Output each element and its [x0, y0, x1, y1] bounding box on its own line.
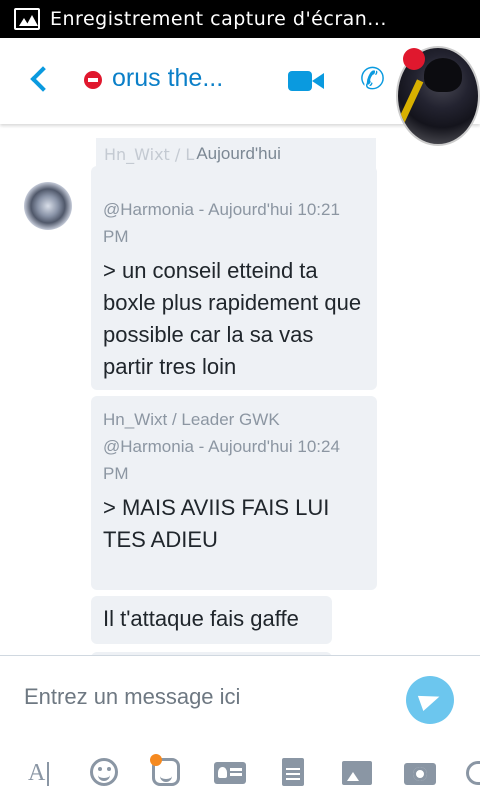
- sender-avatar[interactable]: [24, 182, 72, 230]
- phone-icon: ✆: [360, 62, 386, 97]
- quote-text: > MAIS AVIIS FAIS LUI TES ADIEU: [103, 495, 330, 552]
- file-icon[interactable]: [282, 758, 304, 786]
- date-separator-label: Aujourd'hui: [196, 144, 281, 163]
- video-camera-icon: [288, 71, 312, 91]
- message-bubble[interactable]: Il t'attaque fais gaffe: [91, 596, 332, 644]
- message-list[interactable]: Hn_Wixt / L Aujourd'hui @Harmonia - Aujo…: [0, 124, 480, 656]
- status-notification-text: Enregistrement capture d'écran...: [50, 8, 387, 30]
- back-button[interactable]: [28, 64, 54, 94]
- busy-status-icon: [84, 71, 102, 89]
- notification-badge: [403, 48, 425, 70]
- quote-meta: @Harmonia - Aujourd'hui 10:21 PM: [103, 200, 340, 246]
- contact-card-icon[interactable]: [214, 762, 246, 784]
- camera-icon[interactable]: [404, 763, 436, 785]
- contact-name[interactable]: orus the...: [112, 64, 223, 93]
- composer-toolbar: A: [0, 752, 480, 792]
- video-call-button[interactable]: [288, 71, 324, 91]
- message-input[interactable]: [24, 684, 384, 710]
- date-separator: Hn_Wixt / L Aujourd'hui: [96, 138, 376, 170]
- date-overlap-fragment: Hn_Wixt / L: [104, 144, 195, 164]
- voice-call-button[interactable]: ✆: [360, 64, 392, 96]
- message-text: Il t'attaque fais gaffe: [103, 606, 299, 631]
- screenshot-image-icon: [14, 8, 40, 30]
- emoji-icon[interactable]: [90, 758, 118, 786]
- status-bar: Enregistrement capture d'écran...: [0, 0, 480, 38]
- photo-gallery-icon[interactable]: [342, 761, 372, 785]
- message-bubble[interactable]: @Harmonia - Aujourd'hui 10:21 PM > un co…: [91, 166, 377, 390]
- more-options-icon[interactable]: [466, 761, 480, 785]
- message-bubble[interactable]: Hn_Wixt / Leader GWK @Harmonia - Aujourd…: [91, 396, 377, 590]
- quote-text: > un conseil etteind ta boxle plus rapid…: [103, 258, 362, 379]
- text-format-icon[interactable]: A: [28, 758, 58, 788]
- new-sticker-badge: [150, 754, 162, 766]
- message-composer: A: [0, 655, 480, 800]
- quote-meta: Hn_Wixt / Leader GWK @Harmonia - Aujourd…: [103, 410, 340, 483]
- send-button[interactable]: [406, 676, 454, 724]
